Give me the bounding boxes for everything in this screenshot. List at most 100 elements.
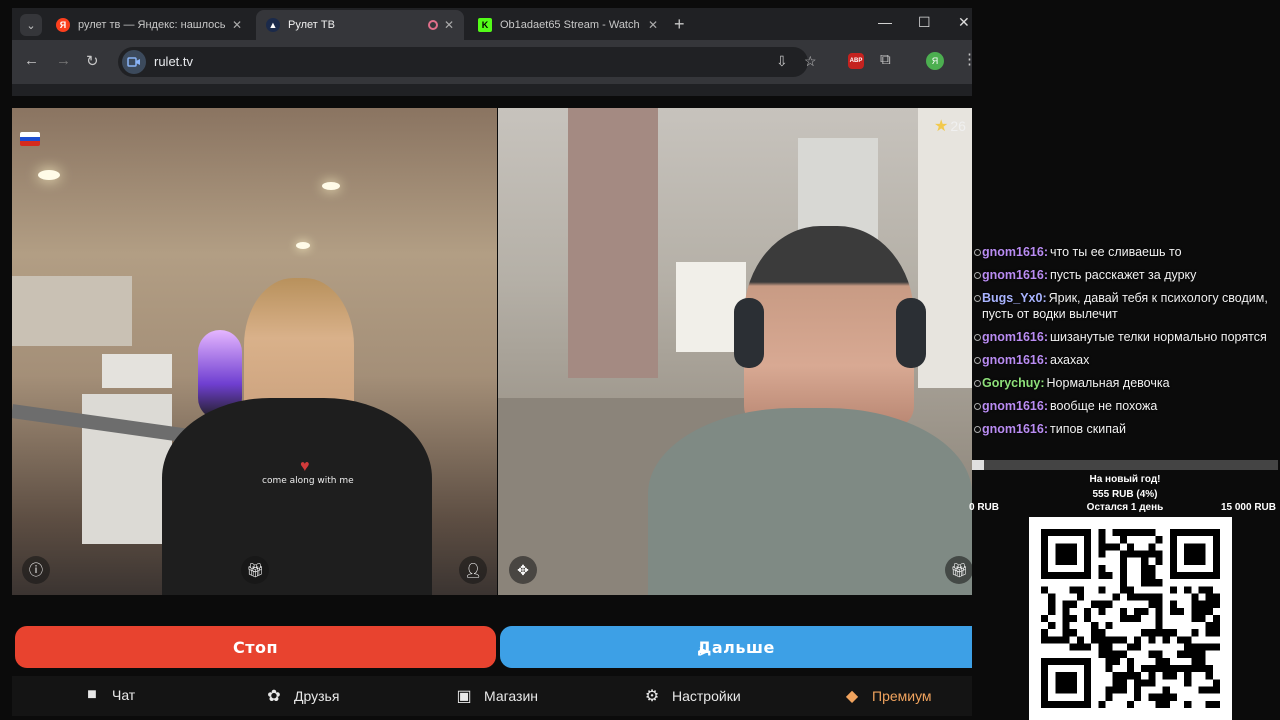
window-close-button[interactable]: ✕ [958,14,970,31]
profile-avatar[interactable]: Я [926,52,944,70]
russia-flag-icon [20,132,40,146]
gift-icon[interactable]: 🎁︎ [945,556,972,584]
shelf [918,108,972,388]
friends-icon: ✿ [267,688,281,705]
chat-icon: ■ [87,686,97,703]
chat-username: Bugs_Yx0: [982,291,1047,305]
goal-max: 15 000 RUB [1220,502,1276,513]
tab-kick[interactable]: K Ob1adaet65 Stream - Watch Li ✕ [468,10,668,40]
headphone-cup [896,298,926,368]
minimize-button[interactable]: — [878,14,892,30]
tab-yandex[interactable]: Я рулет тв — Яндекс: нашлось 7 ✕ [46,10,252,40]
person-shirt [162,398,432,595]
heart-icon: ♥ [300,458,310,475]
video-stage: ♥ come along with me ⓘ 🎁︎ 👤︎ ✥ 🎁︎ ★ 26 [12,108,972,595]
close-icon[interactable]: ✕ [444,18,454,32]
donation-qr-code [1029,517,1232,720]
browser-menu-icon[interactable]: ⋮ [962,50,977,68]
address-bar[interactable]: rulet.tv ⇩ ☆ [118,47,817,77]
gift-icon[interactable]: 🎁︎ [241,556,269,584]
chat-text: ахахах [1050,353,1090,367]
person-sweater [648,408,972,595]
tab-rulet[interactable]: ▲ Рулет ТВ ✕ [256,10,464,40]
rating-value: 26 [950,118,966,134]
goal-progress-track [972,460,1278,470]
chat-text: типов скипай [1050,422,1126,436]
tab-title: Ob1adaet65 Stream - Watch Li [500,19,642,31]
chat-message: Gorychuy: Нормальная девочка [973,375,1273,391]
maximize-button[interactable]: ☐ [918,14,931,31]
chat-message: gnom1616: что ты ее сливаешь то [973,244,1273,260]
bottom-navigation: ■ Чат ✿ Друзья ▣ Магазин ⚙ Настройки ◆ П… [12,676,972,716]
reload-icon[interactable]: ↻ [86,52,99,70]
yandex-icon: Я [56,18,70,32]
kick-icon: K [478,18,492,32]
chat-message: Bugs_Yx0: Ярик, давай тебя к психологу св… [973,290,1273,322]
donation-goal: На новый год! 555 RUB (4%) 0 RUB Остался… [969,460,1278,516]
chat-username: gnom1616: [982,268,1048,282]
stop-button-label: Стоп [232,637,279,657]
rulet-icon: ▲ [266,18,280,32]
url-text: rulet.tv [154,54,194,69]
nav-label: Друзья [294,688,340,704]
back-arrow-icon[interactable]: ← [24,52,39,69]
chat-username: gnom1616: [982,353,1048,367]
tab-strip: ⌄ Я рулет тв — Яндекс: нашлось 7 ✕ ▲ Рул… [12,8,972,40]
nav-label: Настройки [672,688,741,704]
curtain [568,108,658,378]
partner-video: ♥ come along with me ⓘ 🎁︎ 👤︎ [12,108,497,595]
chat-username: Gorychuy: [982,376,1045,390]
ceiling-light [296,242,310,249]
extensions-icon[interactable]: ⧉ [880,51,891,68]
stream-chat: gnom1616: что ты ее сливаешь то gnom1616:… [973,244,1273,444]
close-icon[interactable]: ✕ [232,18,242,32]
gamepad-icon[interactable]: ✥ [509,556,537,584]
goal-progress-fill [972,460,985,470]
ceiling-light [38,170,60,180]
person-head [744,226,914,426]
stop-button[interactable]: Стоп [15,626,496,668]
tag-icon: ◆ [845,688,859,705]
chat-text: пусть расскажет за дурку [1050,268,1197,282]
chat-username: gnom1616: [982,330,1048,344]
chat-username: gnom1616: [982,399,1048,413]
tab-search-button[interactable]: ⌄ [20,14,42,36]
shirt-print: come along with me [262,476,354,486]
chat-message: gnom1616: типов скипай [973,421,1273,437]
site-info-icon[interactable] [122,50,146,74]
ceiling-light [322,182,340,190]
adblock-icon[interactable]: ABP [848,53,864,69]
mouse-cursor-icon: ➤ [698,643,710,659]
my-video: ✥ 🎁︎ [498,108,972,595]
star-icon: ★ [934,118,949,135]
qr-code-image [1041,529,1220,708]
bookmark-star-icon[interactable]: ☆ [804,53,817,70]
next-button[interactable]: Дальше [500,626,972,668]
chat-text: Нормальная девочка [1046,376,1170,390]
chat-message: gnom1616: ахахах [973,352,1273,368]
install-app-icon[interactable]: ⇩ [776,53,788,70]
goal-title: На новый год! [1089,474,1161,485]
forward-arrow-icon[interactable]: → [56,52,71,69]
browser-toolbar: ← → ↻ rulet.tv ⇩ ☆ ABP ⧉ Я ⋮ [12,40,977,84]
chat-text: что ты ее сливаешь то [1050,245,1182,259]
headphone-cup [734,298,764,368]
chat-message: gnom1616: пусть расскажет за дурку [973,267,1273,283]
nav-friends[interactable]: ✿ Друзья [264,686,339,706]
nav-premium[interactable]: ◆ Премиум [842,686,932,706]
profile-icon[interactable]: 👤︎ [459,556,487,584]
microwave [102,354,172,388]
nav-shop[interactable]: ▣ Магазин [454,686,538,706]
close-icon[interactable]: ✕ [648,18,658,32]
goal-amount: 555 RUB (4%) [1092,489,1158,500]
browser-window: ⌄ Я рулет тв — Яндекс: нашлось 7 ✕ ▲ Рул… [12,8,977,96]
recording-icon [427,20,438,30]
chat-message: gnom1616: шизанутые телки нормально порят… [973,329,1273,345]
new-tab-button[interactable]: + [674,14,685,35]
rating-badge: ★ 26 [934,116,966,136]
chat-text: шизанутые телки нормально порятся [1050,330,1267,344]
nav-chat[interactable]: ■ Чат [82,686,135,704]
nav-settings[interactable]: ⚙ Настройки [642,686,741,706]
report-icon[interactable]: ⓘ [22,556,50,584]
kitchen-cabinet [12,276,132,346]
